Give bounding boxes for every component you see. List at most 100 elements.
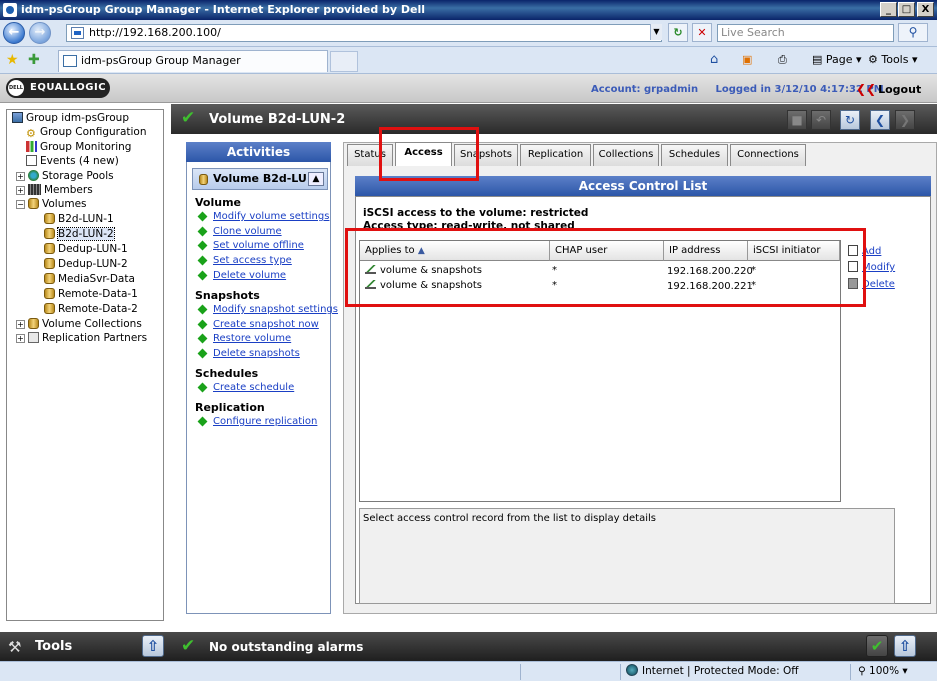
tree-item-volume[interactable]: MediaSvr-Data — [44, 272, 135, 286]
expand-members-icon[interactable]: + — [16, 186, 25, 195]
tree-item-label: Volume Collections — [42, 318, 142, 330]
tree-item-label: Remote-Data-2 — [58, 303, 138, 315]
expand-alarms-icon[interactable]: ⇧ — [894, 635, 916, 657]
delete-volume-link[interactable]: Delete volume — [213, 270, 286, 282]
set-access-type-link[interactable]: Set access type — [213, 255, 292, 267]
table-row[interactable]: volume & snapshots * 192.168.200.220 * — [360, 264, 840, 279]
tab-schedules[interactable]: Schedules — [661, 144, 728, 166]
configure-replication-link[interactable]: Configure replication — [213, 416, 317, 428]
search-input[interactable]: Live Search — [717, 24, 894, 42]
tree-item-label: B2d-LUN-1 — [58, 213, 114, 225]
collapse-up-icon[interactable]: ▲ — [308, 172, 324, 186]
table-row[interactable]: volume & snapshots * 192.168.200.221 * — [360, 279, 840, 294]
events-log-icon — [26, 155, 37, 166]
expand-volume-collections-icon[interactable]: + — [16, 320, 25, 329]
set-volume-offline-link[interactable]: Set volume offline — [213, 240, 304, 252]
tools-bar[interactable]: ⚒ Tools ⇧ — [0, 632, 171, 661]
tab-replication[interactable]: Replication — [520, 144, 591, 166]
undo-icon[interactable]: ↶ — [811, 110, 831, 130]
tree-item-volumes[interactable]: Volumes — [28, 197, 87, 211]
clone-volume-link[interactable]: Clone volume — [213, 226, 282, 238]
forward-nav-icon[interactable]: ❯ — [895, 110, 915, 130]
tools-label: Tools — [35, 639, 73, 654]
tree-item-volume[interactable]: Dedup-LUN-1 — [44, 242, 128, 256]
new-tab-button[interactable] — [330, 51, 358, 72]
members-icon — [28, 184, 41, 195]
volumes-icon — [28, 198, 39, 209]
feeds-icon[interactable]: ▣ — [742, 52, 752, 68]
browser-tab[interactable]: idm-psGroup Group Manager — [58, 50, 328, 72]
save-icon[interactable]: ■ — [787, 110, 807, 130]
alarm-ack-icon[interactable]: ✔ — [866, 635, 888, 657]
address-dropdown[interactable]: ▼ — [650, 24, 662, 40]
tab-snapshots[interactable]: Snapshots — [454, 144, 518, 166]
edit-record-icon — [848, 261, 858, 272]
tree-item-label: B2d-LUN-2 — [57, 227, 115, 241]
page-menu[interactable]: ▤ Page ▾ — [812, 52, 862, 68]
activities-selected-object[interactable]: Volume B2d-LU... ▲ — [192, 168, 328, 190]
expand-replication-partners-icon[interactable]: + — [16, 334, 25, 343]
tab-access[interactable]: Access — [395, 142, 452, 166]
volume-snapshot-icon — [365, 265, 376, 274]
cell-text: volume & snapshots — [380, 265, 483, 276]
back-nav-icon[interactable]: ❮ — [870, 110, 890, 130]
tree-item-storage-pools[interactable]: Storage Pools — [28, 169, 114, 183]
print-icon[interactable]: ⎙ — [778, 52, 787, 68]
tree-item-volume-collections[interactable]: Volume Collections — [28, 317, 142, 331]
modify-volume-settings-link[interactable]: Modify volume settings — [213, 211, 329, 223]
alarm-bar[interactable]: ✔ No outstanding alarms ✔ ⇧ — [171, 632, 937, 661]
add-acl-button[interactable]: Add — [848, 245, 881, 258]
tree-item-group-configuration[interactable]: ⚙ Group Configuration — [26, 125, 147, 139]
tree-item-volume[interactable]: Remote-Data-2 — [44, 302, 138, 316]
expand-storage-pools-icon[interactable]: + — [16, 172, 25, 181]
column-header-iscsi-initiator[interactable]: iSCSI initiator — [748, 241, 840, 261]
search-icon[interactable]: ⚲ — [898, 23, 928, 42]
tab-status[interactable]: Status — [347, 144, 393, 166]
cell-applies-to: volume & snapshots — [365, 265, 482, 277]
tree-item-label: Storage Pools — [42, 170, 114, 182]
tree-item-volume[interactable]: B2d-LUN-1 — [44, 212, 114, 226]
stop-icon[interactable]: ✕ — [692, 23, 712, 42]
tree-item-label: Dedup-LUN-2 — [58, 258, 128, 270]
zoom-level[interactable]: ⚲ 100% ▾ — [858, 665, 908, 677]
delete-snapshots-link[interactable]: Delete snapshots — [213, 348, 300, 360]
create-snapshot-now-link[interactable]: Create snapshot now — [213, 319, 319, 331]
tree-item-group-monitoring[interactable]: Group Monitoring — [26, 140, 131, 154]
tree-item-volume-selected[interactable]: B2d-LUN-2 — [44, 227, 115, 241]
home-icon[interactable]: ⌂ — [710, 52, 718, 68]
maximize-button[interactable]: □ — [898, 2, 915, 17]
refresh-data-icon[interactable]: ↻ — [840, 110, 860, 130]
back-button[interactable]: ← — [3, 22, 25, 44]
column-header-applies-to[interactable]: Applies to ▲ — [360, 241, 550, 261]
expand-tools-icon[interactable]: ⇧ — [142, 635, 164, 657]
alarm-status: No outstanding alarms — [209, 640, 364, 654]
collapse-volumes-icon[interactable]: − — [16, 200, 25, 209]
modify-snapshot-settings-link[interactable]: Modify snapshot settings — [213, 304, 338, 316]
tab-collections[interactable]: Collections — [593, 144, 659, 166]
tree-item-group[interactable]: Group idm-psGroup — [12, 111, 129, 125]
tree-item-members[interactable]: Members — [28, 183, 93, 197]
refresh-icon[interactable]: ↻ — [668, 23, 688, 42]
tree-item-volume[interactable]: Remote-Data-1 — [44, 287, 138, 301]
address-bar[interactable]: http://192.168.200.100/ — [66, 24, 662, 42]
tools-menu[interactable]: ⚙ Tools ▾ — [868, 52, 918, 68]
minimize-button[interactable]: _ — [880, 2, 897, 17]
tree-item-replication-partners[interactable]: Replication Partners — [28, 331, 147, 345]
column-header-chap-user[interactable]: CHAP user — [550, 241, 664, 261]
logout-button[interactable]: ❮❮ Logout — [856, 82, 921, 96]
close-button[interactable]: X — [917, 2, 934, 17]
delete-acl-button[interactable]: Delete — [848, 278, 895, 291]
zoom-value: 100% — [869, 665, 900, 677]
tree-item-events[interactable]: Events (4 new) — [26, 154, 119, 168]
create-schedule-link[interactable]: Create schedule — [213, 382, 294, 394]
tree-item-label: Remote-Data-1 — [58, 288, 138, 300]
forward-button[interactable]: → — [29, 22, 51, 44]
tab-connections[interactable]: Connections — [730, 144, 806, 166]
restore-volume-link[interactable]: Restore volume — [213, 333, 291, 345]
add-favorites-icon[interactable]: ✚ — [28, 52, 40, 68]
modify-acl-button[interactable]: Modify — [848, 261, 895, 274]
tree-item-volume[interactable]: Dedup-LUN-2 — [44, 257, 128, 271]
volume-collections-icon — [28, 318, 39, 329]
favorites-star-icon[interactable]: ★ — [6, 52, 19, 68]
column-header-ip-address[interactable]: IP address — [664, 241, 748, 261]
